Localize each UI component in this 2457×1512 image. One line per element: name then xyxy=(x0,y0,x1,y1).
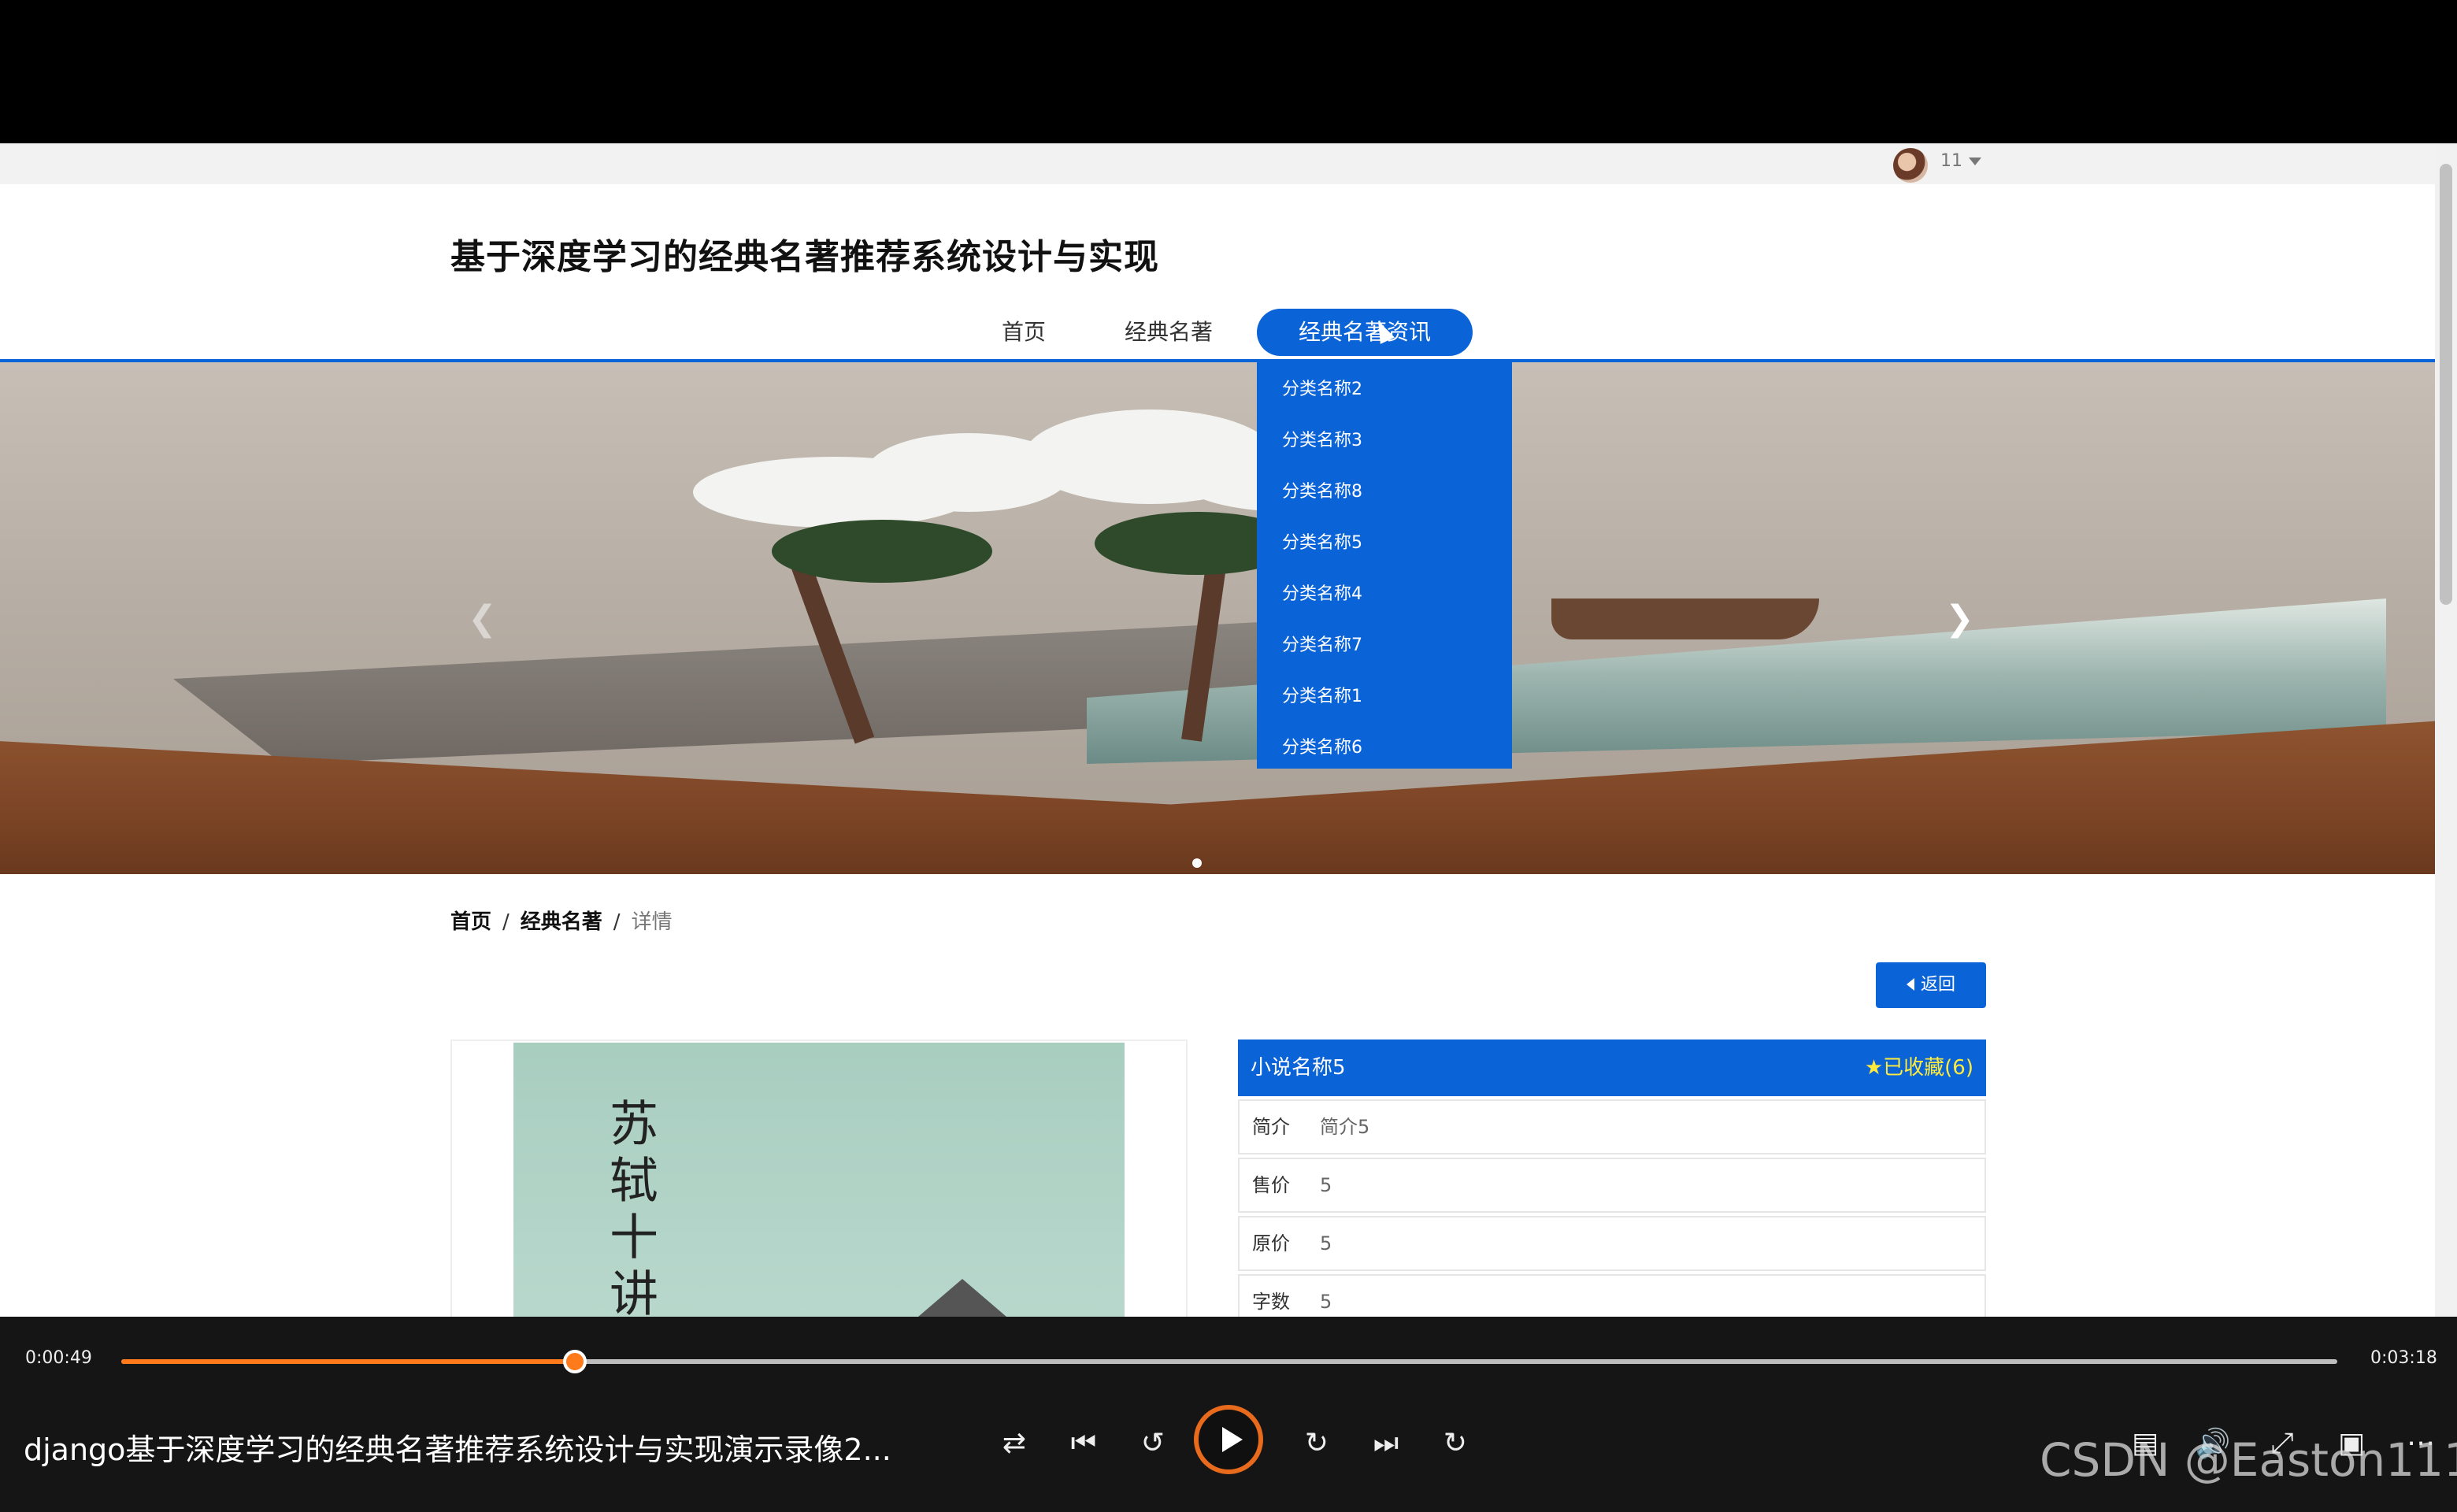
dropdown-item[interactable]: 分类名称7 xyxy=(1282,631,1362,656)
play-button[interactable] xyxy=(1194,1405,1263,1474)
nav-item-home[interactable]: 首页 xyxy=(1002,309,1046,356)
dropdown-item[interactable]: 分类名称2 xyxy=(1282,375,1362,400)
previous-icon[interactable]: ⏮ xyxy=(1065,1427,1102,1460)
page-scrollbar-thumb[interactable] xyxy=(2440,164,2452,605)
site-title: 基于深度学习的经典名著推荐系统设计与实现 xyxy=(450,237,1159,277)
breadcrumb-current: 详情 xyxy=(631,910,673,934)
dropdown-item[interactable]: 分类名称6 xyxy=(1282,733,1362,758)
shuffle-icon[interactable]: ⇄ xyxy=(995,1427,1033,1459)
video-title: django基于深度学习的经典名著推荐系统设计与实现演示录像2... xyxy=(24,1432,891,1467)
nav-item-classics[interactable]: 经典名著 xyxy=(1125,309,1213,356)
caret-left-icon xyxy=(1906,978,1914,991)
nav-item-news[interactable]: 经典名著资讯 xyxy=(1257,309,1473,356)
chevron-down-icon[interactable] xyxy=(1969,158,1981,165)
dropdown-item[interactable]: 分类名称1 xyxy=(1282,682,1362,707)
info-row-intro: 简介 简介5 xyxy=(1238,1099,1986,1154)
field-label: 字数 xyxy=(1252,1291,1290,1313)
info-row-price: 售价 5 xyxy=(1238,1158,1986,1213)
dropdown-item[interactable]: 分类名称5 xyxy=(1282,528,1362,554)
star-icon: ★ xyxy=(1864,1056,1884,1080)
rewind-10-icon[interactable]: ↺ xyxy=(1134,1427,1172,1459)
total-time: 0:03:18 xyxy=(2370,1348,2437,1368)
dropdown-item[interactable]: 分类名称3 xyxy=(1282,426,1362,451)
elapsed-time: 0:00:49 xyxy=(25,1348,92,1368)
book-cover-image: 苏轼十讲 xyxy=(513,1043,1125,1317)
back-button-label: 返回 xyxy=(1920,975,1955,995)
repeat-icon[interactable]: ↻ xyxy=(1436,1427,1474,1459)
field-label: 简介 xyxy=(1252,1116,1290,1138)
dropdown-item[interactable]: 分类名称4 xyxy=(1282,580,1362,605)
user-bar: 11 xyxy=(0,143,2435,184)
breadcrumb-separator: / xyxy=(613,910,621,934)
dropdown-item[interactable]: 分类名称8 xyxy=(1282,477,1362,502)
cover-mountain-illustration xyxy=(907,1279,1017,1317)
username[interactable]: 11 xyxy=(1940,151,1962,171)
forward-30-icon[interactable]: ↻ xyxy=(1298,1427,1336,1459)
field-label: 原价 xyxy=(1252,1232,1290,1254)
back-button[interactable]: 返回 xyxy=(1876,962,1986,1008)
seek-bar-progress xyxy=(121,1359,576,1364)
news-category-dropdown: 分类名称2 分类名称3 分类名称8 分类名称5 分类名称4 分类名称7 分类名称… xyxy=(1257,362,1512,769)
csdn-watermark: CSDN @Easton111 xyxy=(2040,1433,2457,1487)
breadcrumb: 首页 / 经典名著 / 详情 xyxy=(450,906,673,935)
main-nav: 首页 经典名著 经典名著资讯 xyxy=(0,309,2435,356)
screen: 11 基于深度学习的经典名著推荐系统设计与实现 首页 经典名著 经典名著资讯 ❮… xyxy=(0,0,2457,1512)
play-icon xyxy=(1222,1427,1243,1452)
seek-bar-handle[interactable] xyxy=(563,1350,587,1373)
media-player-controls: 0:00:49 0:03:18 django基于深度学习的经典名著推荐系统设计与… xyxy=(0,1317,2457,1512)
banner-palm-fronds xyxy=(772,520,992,583)
avatar[interactable] xyxy=(1893,148,1928,183)
letterbox-top xyxy=(0,0,2457,143)
favorite-button[interactable]: ★已收藏(6) xyxy=(1865,1040,1973,1096)
carousel-next-icon[interactable]: ❯ xyxy=(1945,598,1974,639)
carousel-indicator[interactable] xyxy=(1192,858,1202,868)
next-icon[interactable]: ⏭ xyxy=(1367,1427,1405,1460)
banner-boat xyxy=(1551,598,1819,639)
book-info-card: 小说名称5 ★已收藏(6) 简介 简介5 售价 5 原价 5 字数 5 xyxy=(1238,1040,1986,1317)
book-name: 小说名称5 xyxy=(1251,1056,1346,1080)
info-row-word-count: 字数 5 xyxy=(1238,1274,1986,1317)
banner-carousel: ❮ ❯ xyxy=(0,362,2435,874)
browser-viewport: 11 基于深度学习的经典名著推荐系统设计与实现 首页 经典名著 经典名著资讯 ❮… xyxy=(0,143,2457,1317)
book-cover-title: 苏轼十讲 xyxy=(601,1098,658,1317)
carousel-prev-icon[interactable]: ❮ xyxy=(468,598,497,639)
field-value: 5 xyxy=(1320,1174,1332,1196)
favorite-label: 已收藏(6) xyxy=(1883,1056,1973,1080)
field-value: 简介5 xyxy=(1320,1116,1370,1138)
seek-bar[interactable] xyxy=(121,1350,2337,1373)
book-cover-frame: 苏轼十讲 xyxy=(450,1040,1188,1317)
breadcrumb-separator: / xyxy=(502,910,510,934)
breadcrumb-home[interactable]: 首页 xyxy=(450,910,491,934)
info-row-original-price: 原价 5 xyxy=(1238,1216,1986,1271)
field-value: 5 xyxy=(1320,1291,1332,1313)
field-label: 售价 xyxy=(1252,1174,1290,1196)
book-info-header: 小说名称5 ★已收藏(6) xyxy=(1238,1040,1986,1096)
field-value: 5 xyxy=(1320,1232,1332,1254)
breadcrumb-section[interactable]: 经典名著 xyxy=(521,910,602,934)
